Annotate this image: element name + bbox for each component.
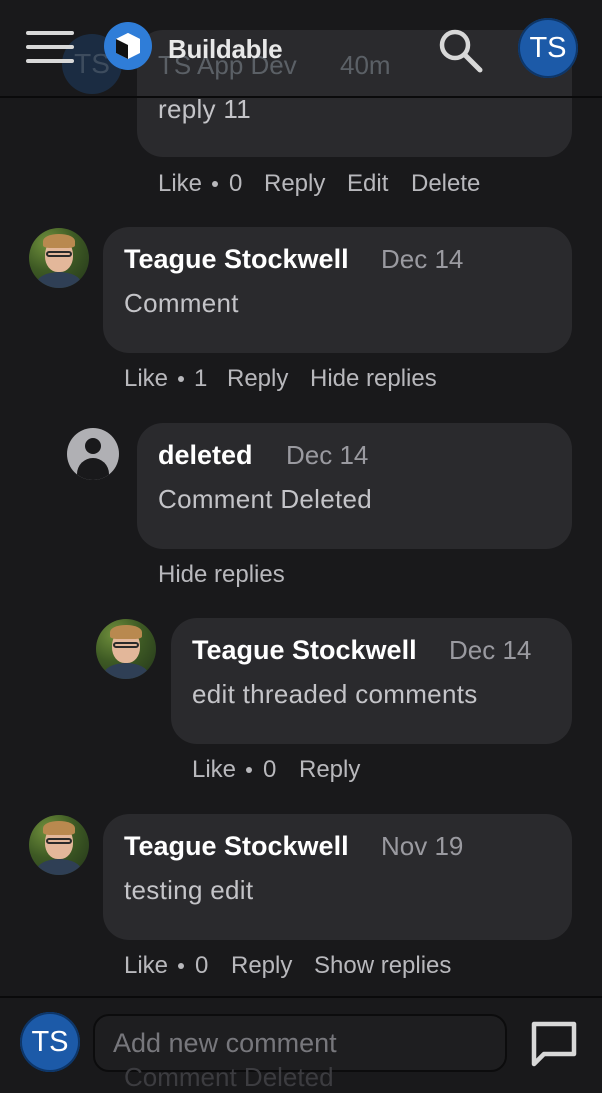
logo-icon[interactable] (104, 22, 152, 70)
comment2-author: deleted (158, 440, 253, 470)
app-header: Buildable TS (0, 0, 602, 98)
comment4-like-dot (178, 963, 184, 969)
comment3-text: edit threaded comments (192, 679, 478, 709)
search-icon[interactable] (436, 26, 484, 74)
partial-reply-button[interactable]: Reply (264, 170, 325, 198)
app-name[interactable]: Buildable (168, 34, 283, 65)
comment-send-icon[interactable] (528, 1018, 580, 1070)
comment4-reply-button[interactable]: Reply (231, 952, 292, 980)
partial-edit-button[interactable]: Edit (347, 170, 388, 198)
comment1-avatar[interactable] (29, 228, 89, 288)
comment4-like-count: 0 (195, 952, 209, 979)
comment1-hide-replies-button[interactable]: Hide replies (310, 365, 437, 393)
comment1-author[interactable]: Teague Stockwell (124, 244, 349, 275)
comment4-text: testing edit (124, 875, 254, 905)
comment1-like-button[interactable]: Like (124, 365, 168, 393)
partial-delete-button[interactable]: Delete (411, 170, 480, 198)
comment1-text: Comment (124, 288, 239, 318)
partial-like-button[interactable]: Like (158, 170, 202, 198)
comment4-author[interactable]: Teague Stockwell (124, 831, 349, 862)
comment3-like-button[interactable]: Like (192, 756, 236, 784)
obscured-comment-text: Comment Deleted (124, 1062, 334, 1092)
partial-like-dot (212, 181, 218, 187)
comment3-like-count: 0 (263, 756, 277, 783)
comment2-date: Dec 14 (286, 440, 369, 470)
comment1-reply-button[interactable]: Reply (227, 365, 288, 393)
comment3-like-dot (246, 767, 252, 773)
comment4-date: Nov 19 (381, 831, 464, 861)
comment1-like-dot (178, 376, 184, 382)
comment2-hide-replies-button[interactable]: Hide replies (158, 561, 285, 589)
comment3-reply-button[interactable]: Reply (299, 756, 360, 784)
comment3-avatar[interactable] (96, 619, 156, 679)
comment1-like-count: 1 (194, 365, 208, 392)
deleted-user-icon (67, 428, 119, 480)
comment4-like-button[interactable]: Like (124, 952, 168, 980)
composer-avatar[interactable]: TS (20, 1012, 80, 1072)
menu-icon[interactable] (26, 29, 76, 65)
comment3-date: Dec 14 (449, 635, 532, 665)
user-avatar[interactable]: TS (518, 18, 578, 78)
comment4-avatar[interactable] (29, 815, 89, 875)
comment1-date: Dec 14 (381, 244, 464, 274)
comment4-show-replies-button[interactable]: Show replies (314, 952, 451, 980)
partial-comment-text: reply 11 (158, 94, 251, 124)
comment3-author[interactable]: Teague Stockwell (192, 635, 417, 666)
comment2-text: Comment Deleted (158, 484, 373, 514)
partial-like-count: 0 (229, 170, 243, 197)
